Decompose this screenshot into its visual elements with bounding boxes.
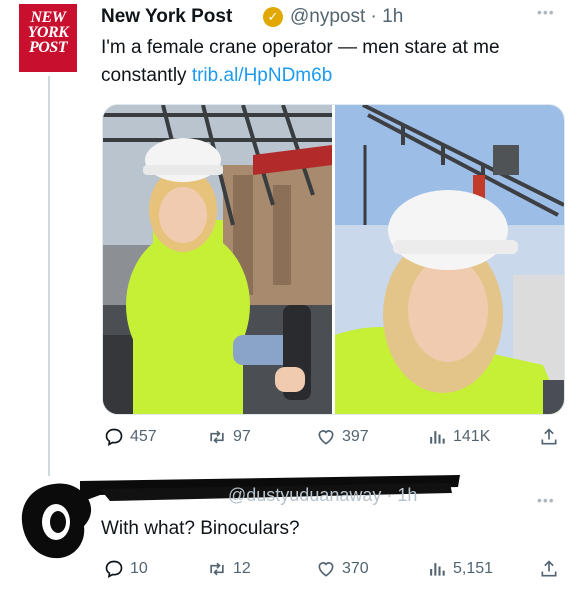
author-handle-time[interactable]: @nypost · 1h [290,6,403,28]
tweet-actions: 457 97 397 141K [102,427,562,451]
views-icon [430,431,445,444]
like-button[interactable]: 397 [316,427,369,447]
logo-line-3: POST [29,39,68,56]
logo-line-1: NEW [30,9,66,26]
share-button[interactable] [539,427,559,447]
more-icon[interactable]: ••• [537,4,555,20]
like-icon [318,562,334,577]
reply-count: 457 [130,428,157,445]
reply-actions: 10 12 370 5,151 [102,559,562,583]
retweet-count: 97 [233,428,251,445]
like-count: 397 [342,428,369,445]
share-icon [541,560,557,577]
views-count: 141K [453,428,491,445]
retweet-icon [210,562,224,576]
retweet-icon [210,430,224,444]
reply-reply-button[interactable]: 10 [104,559,148,579]
media-photos [103,105,564,414]
reply-like-button[interactable]: 370 [316,559,369,579]
reply-button[interactable]: 457 [104,427,157,447]
reply-icon [105,560,123,579]
photo-right [335,105,564,414]
photo-left [103,105,332,414]
reply-more-icon[interactable]: ••• [537,492,555,508]
reply-retweet-button[interactable]: 12 [207,559,251,579]
verified-badge-icon: ✓ [263,7,283,27]
logo-line-2: YORK [27,24,69,41]
reply-views-button[interactable]: 5,151 [427,559,493,579]
thread-connector-line [48,76,50,476]
author-name[interactable]: New York Post [101,6,232,28]
views-icon [430,563,445,576]
tweet-link[interactable]: trib.al/HpNDm6b [192,65,332,86]
reply-text: With what? Binoculars? [101,518,300,539]
tweet-media[interactable] [102,104,565,415]
like-icon [318,430,334,445]
reply-icon [105,428,123,447]
reply-retweet-count: 12 [233,560,251,577]
reply-views-count: 5,151 [453,560,494,577]
reply-handle-time[interactable]: @dustyuduanaway · 1h [228,485,417,506]
share-icon [541,428,557,445]
views-button[interactable]: 141K [427,427,490,447]
nypost-logo[interactable]: NEW YORK POST [19,4,77,72]
reply-share-button[interactable] [539,559,559,579]
reply-like-count: 370 [342,560,369,577]
tweet-text: I'm a female crane operator — men stare … [101,34,561,90]
reply-reply-count: 10 [130,560,148,577]
retweet-button[interactable]: 97 [207,427,251,447]
